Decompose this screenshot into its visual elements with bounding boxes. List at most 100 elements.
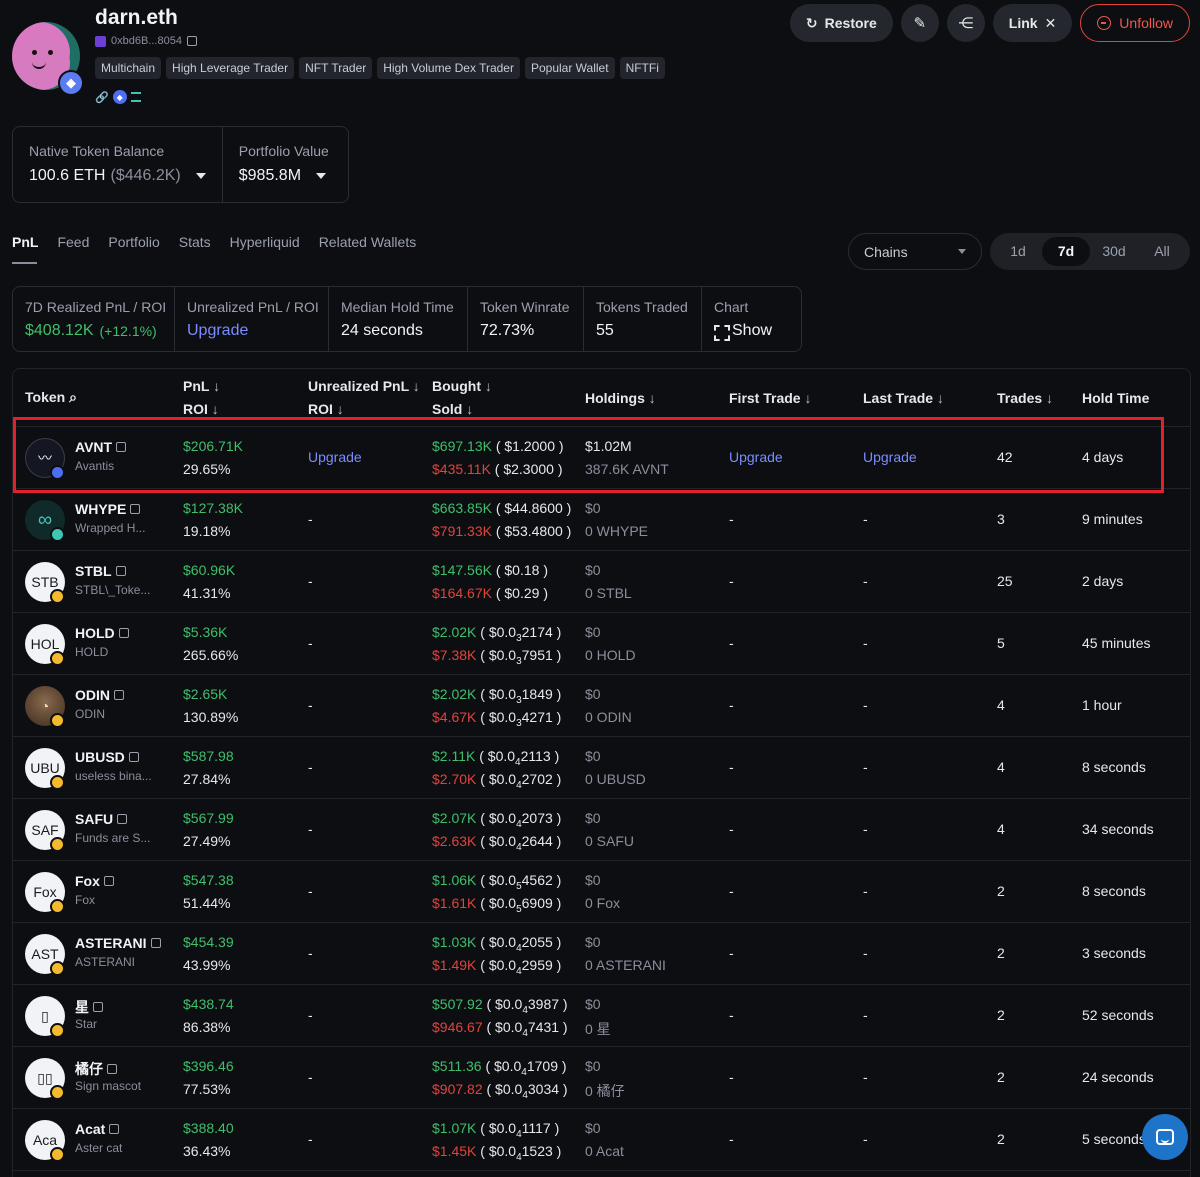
table-row[interactable]: SAF SAFU Funds are S... $567.99 27.49% -… bbox=[13, 799, 1190, 861]
tab-portfolio[interactable]: Portfolio bbox=[108, 234, 159, 250]
balance-summary: Native Token Balance 100.6 ETH ($446.2K)… bbox=[12, 126, 349, 203]
wallet-tag[interactable]: Popular Wallet bbox=[524, 57, 615, 79]
token-symbol[interactable]: AVNT bbox=[75, 439, 127, 455]
copy-icon[interactable] bbox=[150, 938, 161, 948]
col-roi[interactable]: ROI ↓ bbox=[183, 401, 219, 417]
copy-icon[interactable] bbox=[116, 442, 127, 452]
unrealized-upgrade-link[interactable]: Upgrade bbox=[187, 322, 248, 340]
copy-icon[interactable] bbox=[114, 690, 124, 700]
col-unrealized-roi[interactable]: ROI ↓ bbox=[308, 401, 344, 417]
token-symbol[interactable]: Acat bbox=[75, 1121, 120, 1137]
show-chart-button[interactable]: Show bbox=[732, 322, 772, 340]
tab-related-wallets[interactable]: Related Wallets bbox=[319, 234, 417, 250]
col-last-trade[interactable]: Last Trade ↓ bbox=[863, 390, 944, 406]
token-symbol[interactable]: HOLD bbox=[75, 625, 129, 641]
col-hold-time[interactable]: Hold Time bbox=[1082, 390, 1149, 406]
period-30d[interactable]: 30d bbox=[1090, 237, 1138, 266]
first-trade-value: - bbox=[729, 573, 734, 589]
chevron-down-icon[interactable] bbox=[316, 173, 327, 179]
period-all[interactable]: All bbox=[1138, 237, 1186, 266]
copy-icon[interactable] bbox=[128, 752, 139, 762]
tab-hyperliquid[interactable]: Hyperliquid bbox=[230, 234, 300, 250]
copy-icon[interactable] bbox=[186, 36, 197, 46]
token-symbol[interactable]: WHYPE bbox=[75, 501, 141, 517]
table-row[interactable]: UBU UBUSD useless bina... $587.98 27.84%… bbox=[13, 737, 1190, 799]
period-selector: 1d 7d 30d All bbox=[990, 233, 1190, 270]
link-icon[interactable]: 🔗 bbox=[95, 91, 109, 104]
copy-icon[interactable] bbox=[103, 876, 114, 886]
search-icon[interactable]: ⌕ bbox=[69, 389, 77, 405]
portfolio-value-card[interactable]: Portfolio Value $985.8M bbox=[221, 127, 345, 202]
token-symbol[interactable]: ASTERANI bbox=[75, 935, 161, 951]
wallet-tag[interactable]: NFT Trader bbox=[299, 57, 373, 79]
col-unrealized-pnl[interactable]: Unrealized PnL ↓ bbox=[308, 378, 420, 394]
table-row[interactable]: STB STBL STBL\_Toke... $60.96K 41.31% - … bbox=[13, 551, 1190, 613]
first-trade-value: - bbox=[729, 1069, 734, 1085]
token-name: ODIN bbox=[75, 707, 105, 721]
chevron-down-icon[interactable] bbox=[195, 173, 206, 179]
last-trade-value: - bbox=[863, 573, 868, 589]
wallet-tag[interactable]: NFTFi bbox=[619, 57, 665, 79]
table-row[interactable]: HOL HOLD HOLD $5.36K 265.66% - $2.02K ( … bbox=[13, 613, 1190, 675]
col-first-trade[interactable]: First Trade ↓ bbox=[729, 390, 811, 406]
period-7d[interactable]: 7d bbox=[1042, 237, 1090, 266]
table-row[interactable]: AST ASTERANI ASTERANI $454.39 43.99% - $… bbox=[13, 923, 1190, 985]
period-1d[interactable]: 1d bbox=[994, 237, 1042, 266]
tab-stats[interactable]: Stats bbox=[179, 234, 211, 250]
col-trades[interactable]: Trades ↓ bbox=[997, 390, 1053, 406]
ens-icon[interactable]: ◆ bbox=[112, 90, 127, 104]
pnl-value: $438.74 bbox=[183, 996, 234, 1012]
link-x-button[interactable]: Link ✕ bbox=[992, 4, 1073, 42]
last-trade-value: - bbox=[863, 1007, 868, 1023]
wallet-tag[interactable]: High Leverage Trader bbox=[166, 57, 295, 79]
table-row[interactable]: ▯▯ 橘仔 Sign mascot $396.46 77.53% - $511.… bbox=[13, 1047, 1190, 1109]
col-sold[interactable]: Sold ↓ bbox=[432, 401, 473, 417]
col-holdings[interactable]: Holdings ↓ bbox=[585, 390, 656, 406]
wallet-tag[interactable]: Multichain bbox=[95, 57, 162, 79]
last-trade-value: - bbox=[863, 945, 868, 961]
restore-button[interactable]: ↻ Restore bbox=[789, 4, 893, 42]
chart-stat[interactable]: Chart Show bbox=[701, 287, 801, 351]
token-symbol[interactable]: 橘仔 bbox=[75, 1059, 117, 1079]
token-symbol[interactable]: ODIN bbox=[75, 687, 124, 703]
copy-icon[interactable] bbox=[93, 1002, 103, 1012]
col-pnl[interactable]: PnL ↓ bbox=[183, 378, 220, 394]
table-row[interactable]: Aca Acat Aster cat $388.40 36.43% - $1.0… bbox=[13, 1109, 1190, 1171]
unrealized-pnl-value[interactable]: Upgrade bbox=[308, 449, 362, 465]
table-row[interactable]: ◔ ODIN ODIN $2.65K 130.89% - $2.02K ( $0… bbox=[13, 675, 1190, 737]
holdings-qty: 0 UBUSD bbox=[585, 771, 646, 787]
token-symbol[interactable]: SAFU bbox=[75, 811, 128, 827]
copy-icon[interactable] bbox=[115, 566, 126, 576]
support-chat-button[interactable] bbox=[1142, 1114, 1188, 1160]
bought-value: $2.11K ( $0.042113 ) bbox=[432, 748, 560, 768]
roi-value: 27.49% bbox=[183, 833, 231, 849]
last-trade-value: - bbox=[863, 759, 868, 775]
token-symbol[interactable]: UBUSD bbox=[75, 749, 139, 765]
copy-icon[interactable] bbox=[118, 628, 129, 638]
edit-button[interactable]: ✎ bbox=[900, 4, 939, 42]
share-button[interactable]: ⋲ bbox=[946, 4, 985, 42]
col-token[interactable]: Token ⌕ bbox=[25, 389, 77, 406]
table-row[interactable]: ▯ 星 Star $438.74 86.38% - $507.92 ( $0.0… bbox=[13, 985, 1190, 1047]
copy-icon[interactable] bbox=[130, 504, 141, 514]
token-symbol[interactable]: STBL bbox=[75, 563, 126, 579]
table-row[interactable]: ∞ WHYPE Wrapped H... $127.38K 19.18% - $… bbox=[13, 489, 1190, 551]
unfollow-button[interactable]: Unfollow bbox=[1080, 4, 1190, 42]
copy-icon[interactable] bbox=[107, 1064, 117, 1074]
first-trade-value[interactable]: Upgrade bbox=[729, 449, 783, 465]
tab-pnl[interactable]: PnL bbox=[12, 234, 38, 250]
roi-value: 41.31% bbox=[183, 585, 231, 601]
copy-icon[interactable] bbox=[109, 1124, 120, 1134]
tab-feed[interactable]: Feed bbox=[57, 234, 89, 250]
wallet-tag[interactable]: High Volume Dex Trader bbox=[377, 57, 520, 79]
native-balance-card[interactable]: Native Token Balance 100.6 ETH ($446.2K) bbox=[13, 127, 222, 202]
copy-icon[interactable] bbox=[117, 814, 128, 824]
table-row[interactable]: 〰 AVNT Avantis $206.71K 29.65% Upgrade $… bbox=[13, 427, 1190, 489]
chains-select[interactable]: Chains bbox=[848, 233, 982, 270]
token-symbol[interactable]: Fox bbox=[75, 873, 114, 889]
hyperliquid-icon[interactable] bbox=[130, 92, 141, 102]
col-bought[interactable]: Bought ↓ bbox=[432, 378, 492, 394]
table-row[interactable]: Fox Fox Fox $547.38 51.44% - $1.06K ( $0… bbox=[13, 861, 1190, 923]
token-symbol[interactable]: 星 bbox=[75, 997, 103, 1017]
last-trade-value[interactable]: Upgrade bbox=[863, 449, 917, 465]
